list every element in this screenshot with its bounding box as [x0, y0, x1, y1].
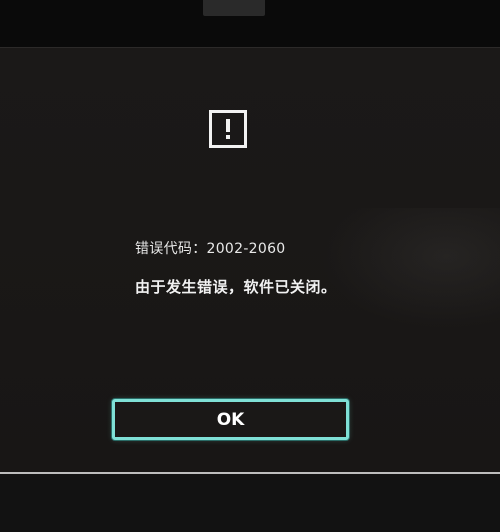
error-message-text: 由于发生错误，软件已关闭。 [135, 278, 337, 296]
error-code-text: 错误代码：2002-2060 [135, 241, 286, 257]
screen-glare [320, 208, 500, 328]
bottom-bezel [0, 474, 500, 532]
photo-frame: 错误代码：2002-2060 由于发生错误，软件已关闭。 OK [0, 0, 500, 532]
exclamation-icon [209, 110, 247, 148]
ok-button[interactable]: OK [112, 399, 349, 440]
device-bezel-notch [203, 0, 265, 16]
